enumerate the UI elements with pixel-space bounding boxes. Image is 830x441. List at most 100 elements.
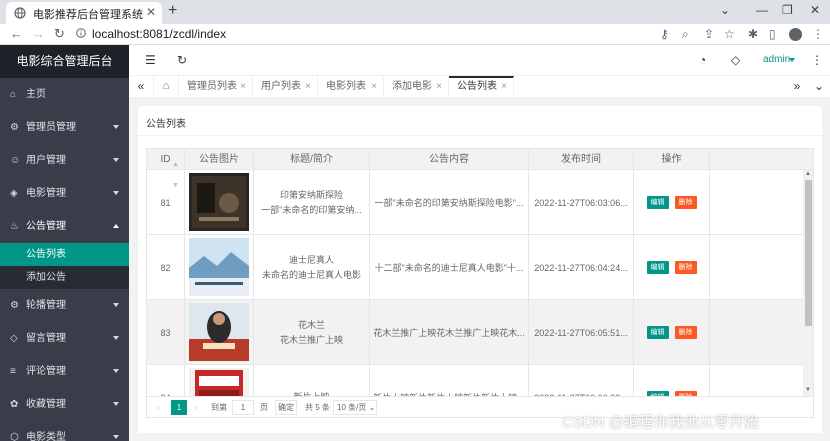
browser-tab[interactable]: 电影推荐后台管理系统 ✕: [6, 2, 162, 24]
restore-icon[interactable]: ❐: [782, 3, 793, 17]
close-icon[interactable]: ✕: [146, 5, 156, 19]
scrollbar-thumb[interactable]: [805, 180, 812, 326]
edit-button[interactable]: 编辑: [646, 326, 669, 339]
watermark: CSDN @编程你我他从零开始: [562, 414, 759, 431]
notice-poster-image: [189, 367, 249, 396]
table-row[interactable]: 82 迪士尼真人 未命名的迪士尼真人电影 十二部"未命名的迪士尼真人电影"十... 20…: [147, 235, 803, 300]
next-page-icon[interactable]: ›: [195, 401, 198, 415]
sidebar-item-1[interactable]: ⚙ 管理员管理: [0, 111, 129, 144]
refresh-icon[interactable]: ↻: [177, 53, 187, 67]
tabs-left-icon[interactable]: «: [131, 79, 151, 93]
sidepanel-icon[interactable]: ▯: [769, 27, 776, 41]
notice-intro: 未命名的迪士尼真人电影: [261, 269, 361, 280]
chevron-down-icon[interactable]: ⌄: [720, 3, 730, 17]
caret-down-icon[interactable]: [789, 58, 795, 62]
sidebar-item-4[interactable]: ♨ 公告管理: [0, 210, 129, 243]
sidebar-subitem-1[interactable]: 添加公告: [0, 266, 129, 289]
close-tab-icon[interactable]: ×: [305, 76, 311, 97]
notice-content: 花木兰推广上映花木兰推广上映花木...: [373, 328, 525, 338]
back-arrow-icon[interactable]: ←: [10, 26, 23, 41]
page-tab-4[interactable]: 公告列表 ×: [449, 76, 514, 97]
url-input[interactable]: localhost:8081/zcdl/index: [92, 27, 226, 41]
tabs-dropdown-icon[interactable]: ⌄: [809, 79, 829, 93]
edit-button[interactable]: 编辑: [646, 196, 669, 209]
key-icon[interactable]: ⚷: [660, 27, 669, 41]
share-icon[interactable]: ⇪: [704, 27, 714, 41]
scroll-up-icon[interactable]: ▲: [805, 171, 811, 177]
page-number-input[interactable]: 1: [232, 400, 254, 415]
delete-button[interactable]: 删除: [674, 261, 697, 274]
cell-image: [185, 300, 254, 365]
sidebar-item-6[interactable]: ◇ 留言管理: [0, 322, 129, 355]
sidebar-item-8[interactable]: ✿ 收藏管理: [0, 388, 129, 421]
sidebar-item-label: 轮播管理: [26, 300, 66, 311]
cell-id: 81: [147, 170, 185, 235]
browser-tab-title: 电影推荐后台管理系统: [33, 9, 143, 21]
scroll-down-icon[interactable]: ▼: [805, 387, 811, 393]
goto-confirm-button[interactable]: 确定: [275, 400, 297, 415]
sidebar-menu: ⌂ 主页 ⚙ 管理员管理 ☺ 用户管理 ◈ 电影管理 ♨ 公告管理 公告列表 添加公告 ⚙ 轮播管理 ◇ 留言…: [0, 78, 129, 441]
page-tab-3[interactable]: 添加电影 ×: [384, 76, 449, 97]
close-tab-icon[interactable]: ×: [240, 76, 246, 97]
sidebar-subitem-0[interactable]: 公告列表: [0, 243, 129, 266]
tag-icon[interactable]: ◇: [731, 53, 740, 67]
profile-avatar[interactable]: [789, 28, 802, 41]
page-tab-2[interactable]: 电影列表 ×: [318, 76, 384, 97]
home-icon: ⌂: [10, 89, 17, 100]
close-window-icon[interactable]: ✕: [810, 3, 820, 17]
user-icon: ☺: [10, 155, 21, 166]
forward-arrow-icon[interactable]: →: [32, 26, 45, 41]
close-tab-icon[interactable]: ×: [436, 76, 442, 97]
close-tab-icon[interactable]: ×: [371, 76, 377, 97]
id-text: 82: [160, 262, 171, 273]
more-icon[interactable]: ⋮: [811, 53, 823, 67]
sidebar-item-3[interactable]: ◈ 电影管理: [0, 177, 129, 210]
sidebar-item-9[interactable]: ⬡ 电影类型: [0, 421, 129, 441]
edit-button[interactable]: 编辑: [646, 261, 669, 274]
total-count: 共 5 条: [305, 403, 330, 412]
sidebar-item-0[interactable]: ⌂ 主页: [0, 78, 129, 111]
reload-icon[interactable]: ↻: [54, 26, 65, 42]
notice-content: 一部"未命名的印第安纳斯探险电影"...: [374, 198, 524, 208]
page-tab-0[interactable]: 管理员列表 ×: [179, 76, 253, 97]
delete-button[interactable]: 删除: [674, 326, 697, 339]
delete-button[interactable]: 删除: [674, 196, 697, 209]
close-tab-icon[interactable]: ×: [501, 78, 507, 96]
column-header-time: 发布时间: [529, 149, 634, 170]
page-1-button[interactable]: 1: [171, 400, 187, 415]
sidebar-item-7[interactable]: ≡ 评论管理: [0, 355, 129, 388]
table-row[interactable]: 81 印第安纳斯探险 一部"未命名的印第安纳... 一部"未命名的印第安纳斯探险电影"…: [147, 170, 803, 235]
column-header-id[interactable]: ID ▲ ▼: [147, 149, 185, 189]
page-tab-1[interactable]: 用户列表 ×: [253, 76, 318, 97]
notice-poster-image: [189, 237, 249, 298]
table-row[interactable]: 84 新片上映新片上映新片新片上映新片新片上映...2022-11-27T06:0…: [147, 365, 803, 396]
settings-icon: ⚙: [10, 122, 19, 133]
cell-content: 花木兰推广上映花木兰推广上映花木...: [370, 300, 529, 365]
extensions-icon[interactable]: ✱: [748, 27, 758, 41]
page-tab-label: 添加电影: [392, 81, 432, 92]
star-icon[interactable]: ☆: [724, 27, 735, 41]
tabs-right-icon[interactable]: »: [787, 79, 807, 93]
kebab-menu-icon[interactable]: ⋮: [812, 27, 824, 41]
table-row[interactable]: 83 花木兰 花木兰推广上映 花木兰推广上映花木兰推广上映花木... 2022-11-2…: [147, 300, 803, 365]
cell-time: 2022-11-27T06:05:51...: [529, 300, 634, 365]
sidebar-item-2[interactable]: ☺ 用户管理: [0, 144, 129, 177]
admin-user-menu[interactable]: admin: [763, 54, 790, 65]
menu-toggle-icon[interactable]: ☰: [145, 53, 156, 67]
prev-page-icon[interactable]: ‹: [157, 401, 160, 415]
notice-intro: 一部"未命名的印第安纳...: [261, 204, 362, 215]
theme-icon[interactable]: ◔: [699, 53, 706, 67]
table-scrollbar[interactable]: ▲ ▼: [803, 170, 813, 396]
sidebar-item-5[interactable]: ⚙ 轮播管理: [0, 289, 129, 322]
home-tab-icon[interactable]: ⌂: [153, 76, 179, 97]
cell-content: 新片上映新片新片上映新片新片上映...: [370, 365, 529, 396]
info-icon[interactable]: [76, 28, 86, 38]
table-body: 81 印第安纳斯探险 一部"未命名的印第安纳... 一部"未命名的印第安纳斯探险电影"…: [147, 170, 803, 396]
cell-id: 82: [147, 235, 185, 300]
cell-time: 2022-11-27T06:06:38...: [529, 365, 634, 396]
minimize-icon[interactable]: —: [756, 3, 768, 17]
zoom-icon[interactable]: ⌕: [682, 27, 689, 42]
page-size-select[interactable]: 10 条/页 ⌄: [333, 400, 377, 415]
sidebar-item-label: 管理员管理: [26, 122, 76, 133]
new-tab-icon[interactable]: +: [168, 2, 177, 20]
